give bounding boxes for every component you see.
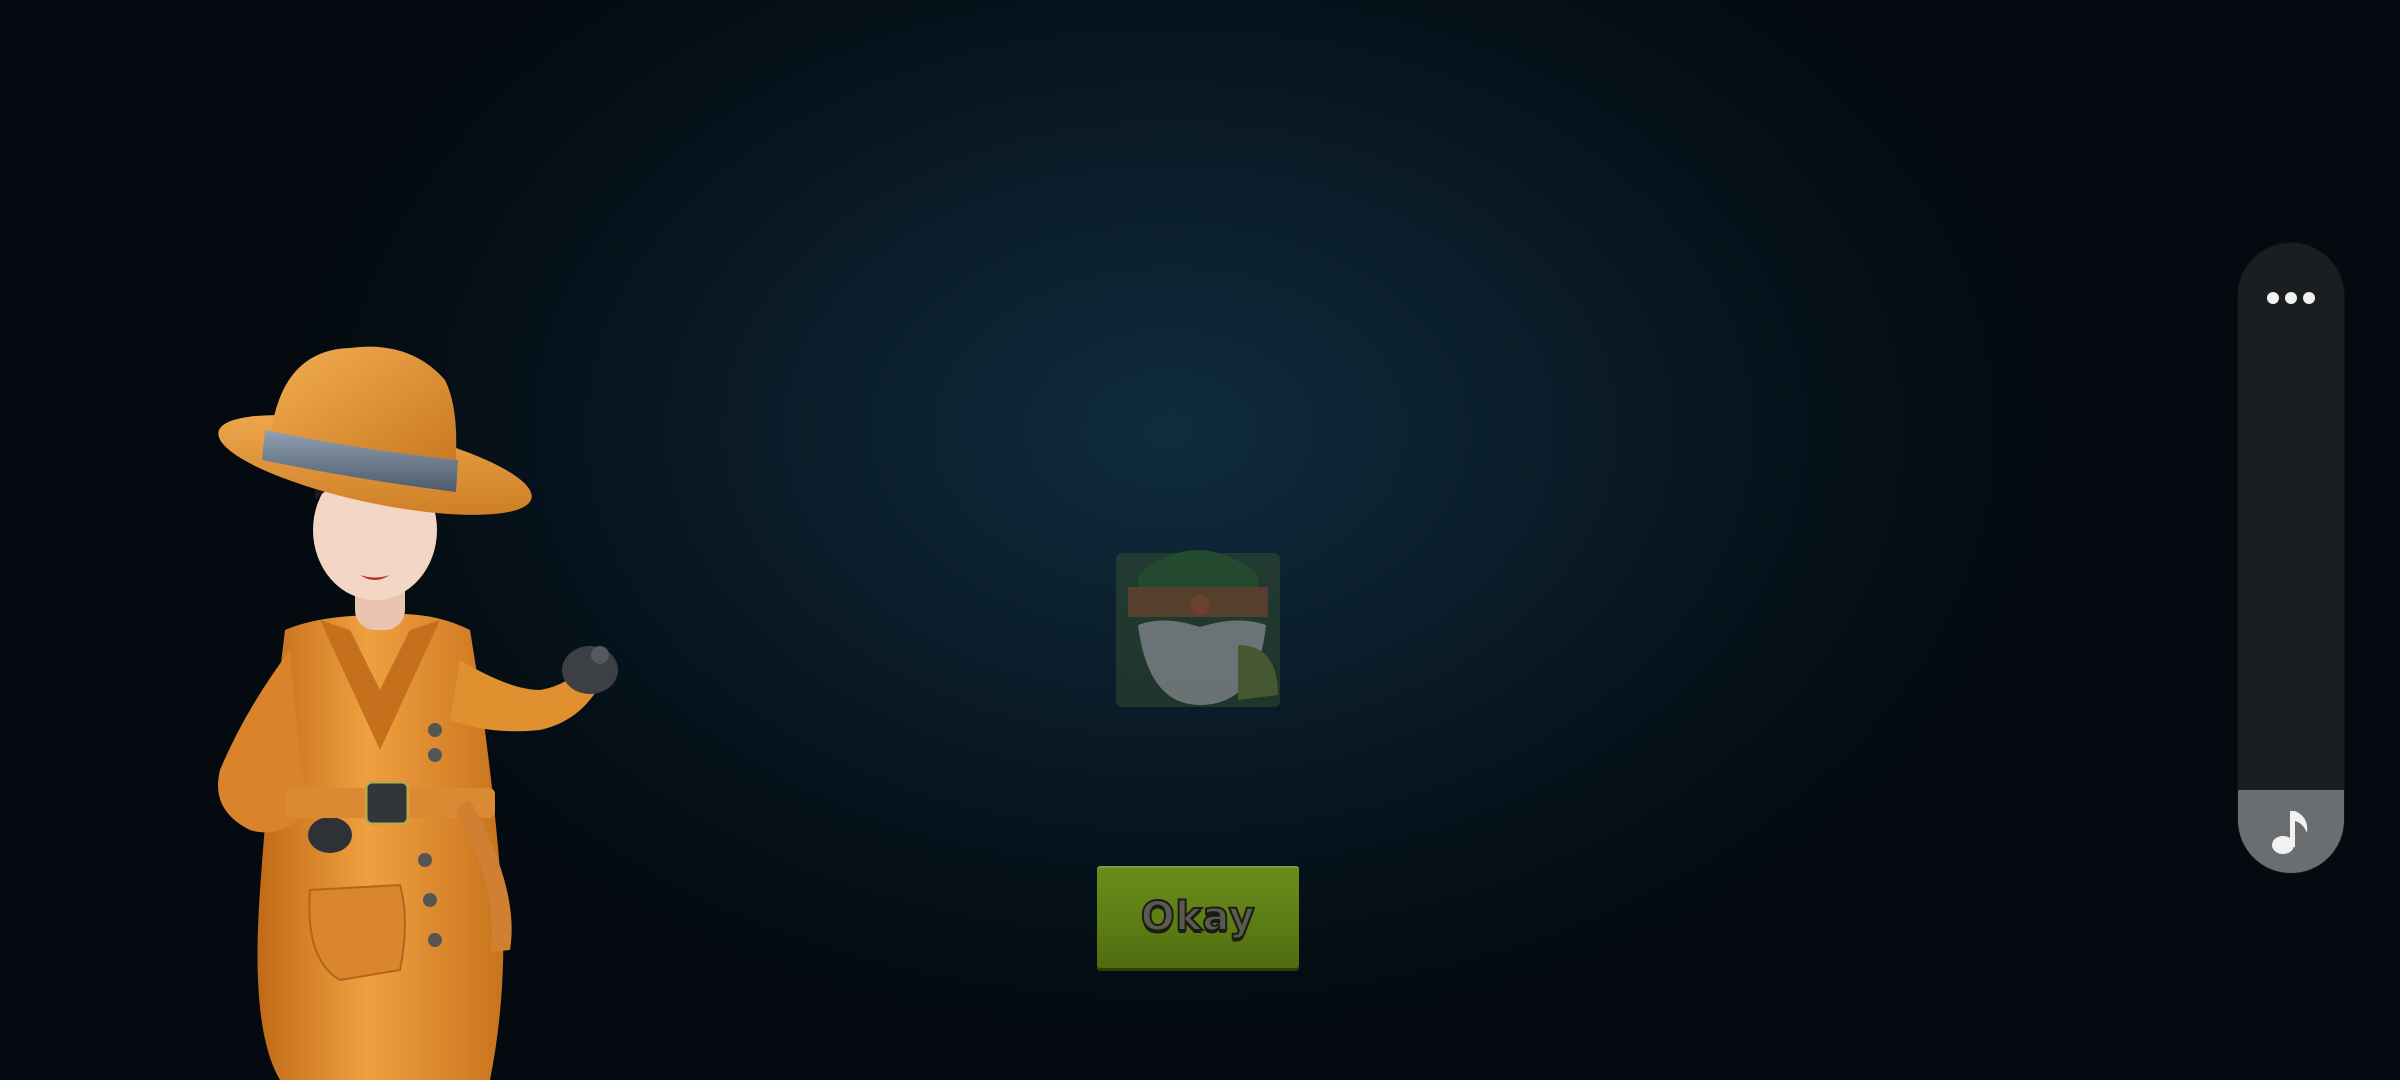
music-note-icon xyxy=(2272,810,2308,854)
music-toggle-button[interactable] xyxy=(2238,790,2344,873)
okay-button-label: Okay xyxy=(1140,893,1256,941)
character-portrait xyxy=(1116,550,1280,707)
okay-button[interactable]: Okay xyxy=(1097,866,1299,968)
detective-character xyxy=(218,346,618,1080)
more-horizontal-icon xyxy=(2264,292,2318,304)
side-toolbar xyxy=(2238,243,2344,873)
game-screen: Okay xyxy=(0,0,2400,1080)
more-options-button[interactable] xyxy=(2238,243,2344,353)
